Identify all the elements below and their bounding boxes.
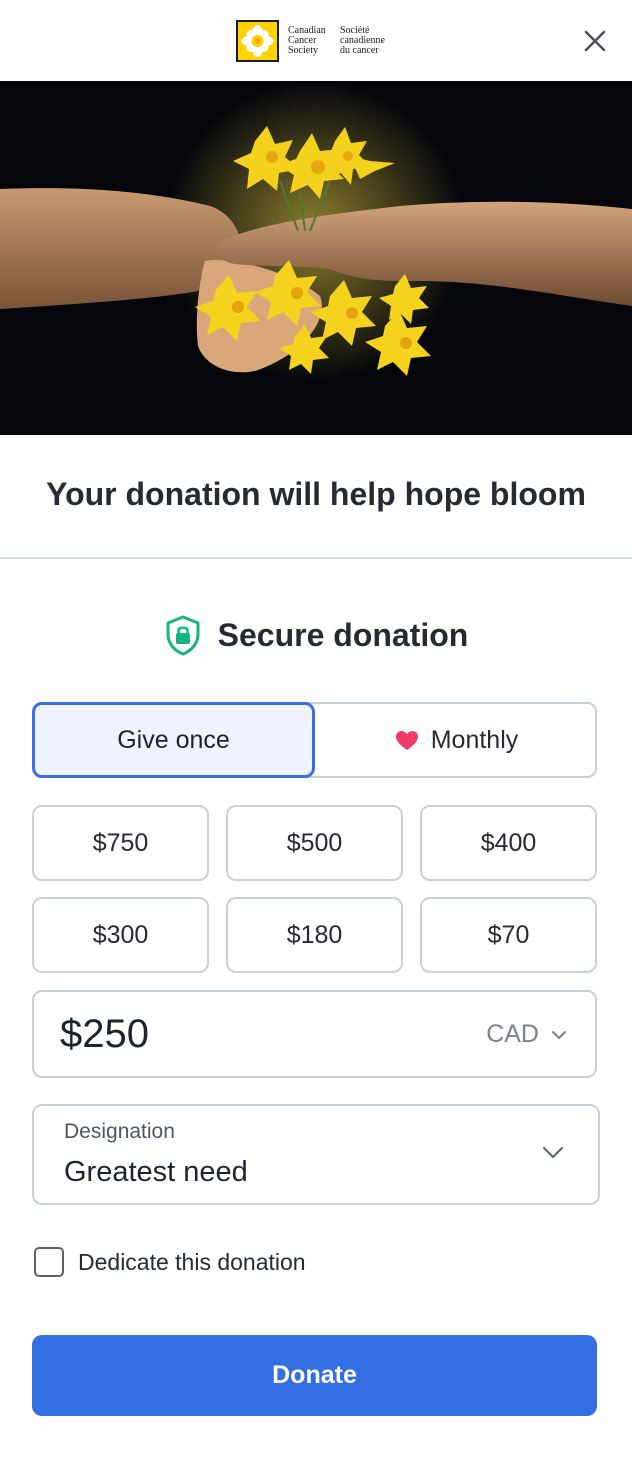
logo-text-fr: Société canadienne du cancer [340, 26, 392, 56]
give-once-option[interactable]: Give once [32, 702, 315, 778]
close-button[interactable] [580, 26, 610, 56]
daffodil-logo-icon [236, 20, 279, 62]
amount-70-button[interactable]: $70 [420, 897, 597, 973]
close-icon[interactable] [580, 26, 610, 56]
logo-en-line: Society [288, 45, 318, 56]
monthly-label: Monthly [430, 725, 519, 754]
header: Canadian Cancer Society Société canadien… [0, 0, 632, 81]
page-title: Your donation will help hope bloom [46, 476, 586, 512]
designation-select[interactable]: Designation Greatest need [32, 1104, 600, 1205]
custom-amount-input[interactable]: $250 [60, 1012, 149, 1057]
amount-180-button[interactable]: $180 [226, 897, 403, 973]
secure-donation-heading: Secure donation [0, 612, 632, 658]
amount-500-button[interactable]: $500 [226, 805, 403, 881]
amount-300-button[interactable]: $300 [32, 897, 209, 973]
currency-select[interactable]: CAD [486, 1020, 567, 1049]
chevron-down-icon [543, 1147, 563, 1158]
divider [0, 557, 632, 559]
chevron-down-icon [552, 1030, 566, 1039]
amount-400-button[interactable]: $400 [420, 805, 597, 881]
shield-lock-icon [166, 615, 200, 656]
logo-fr-line: du cancer [340, 45, 379, 56]
hero-image [0, 81, 632, 435]
secure-donation-label: Secure donation [217, 616, 469, 653]
currency-label: CAD [486, 1020, 539, 1048]
monthly-option[interactable]: Monthly [316, 704, 597, 776]
dedicate-checkbox[interactable] [34, 1247, 64, 1277]
designation-label: Designation [64, 1120, 175, 1143]
heart-icon [395, 730, 418, 750]
logo-text-en: Canadian Cancer Society [288, 26, 340, 56]
canadian-cancer-society-logo: Canadian Cancer Society Société canadien… [236, 20, 392, 62]
dedicate-donation-option[interactable]: Dedicate this donation [34, 1247, 306, 1277]
amount-750-button[interactable]: $750 [32, 805, 209, 881]
custom-amount-field[interactable]: $250 CAD [32, 990, 597, 1078]
designation-value: Greatest need [64, 1156, 248, 1188]
logo-wordmark: Canadian Cancer Society Société canadien… [288, 26, 392, 56]
dedicate-label: Dedicate this donation [78, 1248, 306, 1275]
donate-button[interactable]: Donate [32, 1335, 597, 1416]
frequency-toggle: Give once Monthly [32, 702, 597, 778]
